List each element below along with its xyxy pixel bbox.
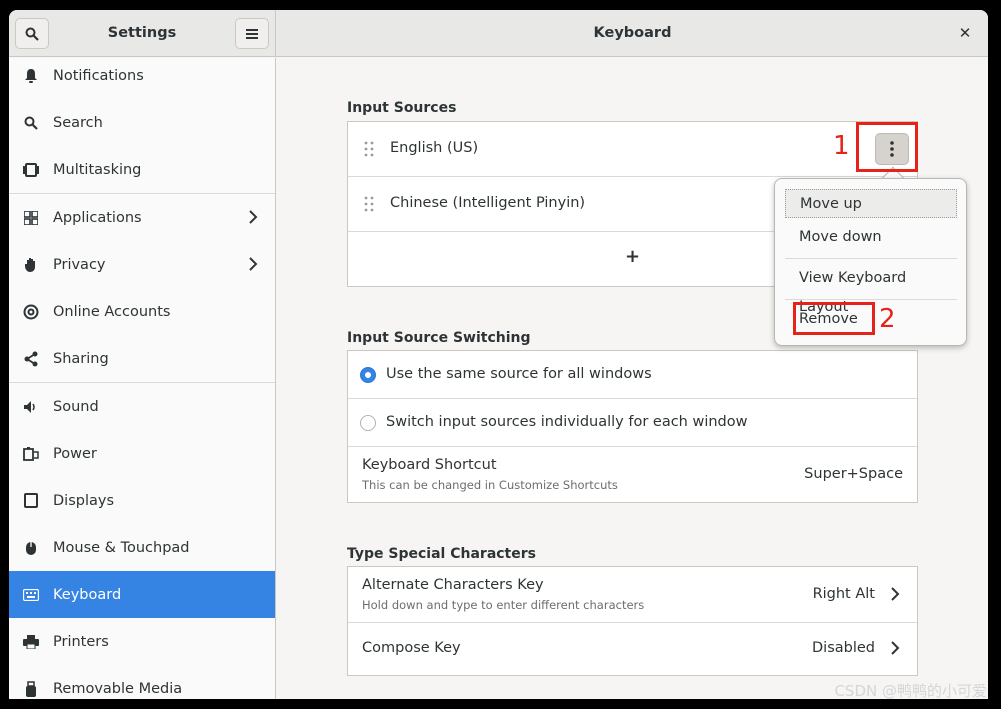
sidebar-item-printers[interactable]: Printers <box>9 618 275 665</box>
input-source-label: English (US) <box>390 140 479 156</box>
sidebar-item-label: Online Accounts <box>53 303 171 320</box>
settings-title: Settings <box>107 25 177 41</box>
menu-separator <box>785 299 957 300</box>
display-icon <box>23 492 39 509</box>
radio-same-source[interactable] <box>360 367 376 383</box>
sidebar-item-label: Notifications <box>53 67 144 84</box>
sidebar-item-removable-media[interactable]: Removable Media <box>9 665 275 699</box>
special-chars-title: Type Special Characters <box>347 546 536 562</box>
sidebar-item-mouse-touchpad[interactable]: Mouse & Touchpad <box>9 524 275 571</box>
sidebar-item-label: Printers <box>53 633 109 650</box>
input-source-label: Chinese (Intelligent Pinyin) <box>390 195 586 211</box>
annotation-number-step2: 2 <box>879 304 896 334</box>
hamburger-icon <box>246 28 258 39</box>
input-switching-list: Use the same source for all windows Swit… <box>347 350 918 503</box>
radio-row-same-source[interactable]: Use the same source for all windows <box>348 351 917 399</box>
sidebar-item-applications[interactable]: Applications <box>9 194 275 241</box>
annotation-box-step2 <box>793 302 875 335</box>
menu-item-move-down[interactable]: Move down <box>785 223 957 252</box>
sidebar-item-label: Removable Media <box>53 680 183 697</box>
alt-key-sublabel: Hold down and type to enter different ch… <box>362 598 645 612</box>
alt-key-label: Alternate Characters Key <box>362 577 544 593</box>
sidebar-item-label: Displays <box>53 492 115 509</box>
menu-item-move-up[interactable]: Move up <box>785 189 957 218</box>
header-bar: Settings Keyboard ✕ <box>9 10 988 57</box>
special-chars-list: Alternate Characters Key Hold down and t… <box>347 566 918 676</box>
sidebar-item-privacy[interactable]: Privacy <box>9 241 275 288</box>
speaker-icon <box>23 399 39 415</box>
menu-separator <box>785 258 957 259</box>
radio-individual[interactable] <box>360 415 376 431</box>
radio-label: Use the same source for all windows <box>386 366 652 382</box>
compose-key-value: Disabled <box>812 640 875 656</box>
menu-button[interactable] <box>235 18 269 49</box>
page-title: Keyboard <box>593 25 672 41</box>
shortcut-sublabel: This can be changed in Customize Shortcu… <box>362 478 618 492</box>
shortcut-value: Super+Space <box>804 466 903 482</box>
at-icon <box>23 304 39 320</box>
sidebar-item-label: Mouse & Touchpad <box>53 539 190 556</box>
settings-window: Settings Keyboard ✕ Notifications Search… <box>9 10 988 699</box>
sidebar-item-label: Applications <box>53 209 142 226</box>
chevron-right-icon <box>245 256 261 272</box>
search-button[interactable] <box>15 18 49 49</box>
sidebar: Notifications Search Multitasking Applic… <box>9 58 276 699</box>
annotation-box-step1 <box>856 122 918 172</box>
sidebar-header: Settings <box>9 10 276 57</box>
sidebar-item-sound[interactable]: Sound <box>9 383 275 430</box>
search-icon <box>23 115 39 131</box>
sidebar-item-label: Privacy <box>53 256 106 273</box>
menu-item-view-keyboard-layout[interactable]: View Keyboard Layout <box>785 264 957 315</box>
compose-key-label: Compose Key <box>362 640 461 656</box>
drag-handle-icon[interactable] <box>364 196 374 212</box>
grid-icon <box>23 210 39 226</box>
close-icon: ✕ <box>958 24 972 42</box>
usb-icon <box>23 680 39 697</box>
input-switching-title: Input Source Switching <box>347 330 531 346</box>
sidebar-item-power[interactable]: Power <box>9 430 275 477</box>
sidebar-item-keyboard[interactable]: Keyboard <box>9 571 275 618</box>
shortcut-label: Keyboard Shortcut <box>362 457 497 473</box>
sidebar-item-label: Search <box>53 114 103 131</box>
radio-label: Switch input sources individually for ea… <box>386 414 748 430</box>
hand-icon <box>23 257 39 273</box>
input-source-row[interactable]: English (US) <box>348 122 917 177</box>
alt-key-value: Right Alt <box>812 586 875 602</box>
mouse-icon <box>23 540 39 556</box>
bell-icon <box>23 68 39 84</box>
compose-key-row[interactable]: Compose Key Disabled <box>348 623 917 675</box>
input-sources-title: Input Sources <box>347 100 457 116</box>
keyboard-icon <box>23 587 39 603</box>
chevron-right-icon <box>887 586 903 606</box>
sidebar-item-label: Multitasking <box>53 161 142 178</box>
search-icon <box>25 27 39 41</box>
sidebar-item-notifications[interactable]: Notifications <box>9 58 275 99</box>
sidebar-item-label: Power <box>53 445 97 462</box>
radio-row-individual[interactable]: Switch input sources individually for ea… <box>348 399 917 447</box>
printer-icon <box>23 634 39 650</box>
sidebar-item-label: Keyboard <box>53 586 122 603</box>
sidebar-item-label: Sharing <box>53 350 109 367</box>
sidebar-item-sharing[interactable]: Sharing <box>9 335 275 382</box>
sidebar-item-label: Sound <box>53 398 99 415</box>
watermark: CSDN @鸭鸭的小可爱 <box>834 682 987 700</box>
drag-handle-icon[interactable] <box>364 141 374 157</box>
sidebar-item-multitasking[interactable]: Multitasking <box>9 146 275 193</box>
chevron-right-icon <box>245 209 261 225</box>
sidebar-item-online-accounts[interactable]: Online Accounts <box>9 288 275 335</box>
sidebar-item-displays[interactable]: Displays <box>9 477 275 524</box>
chevron-right-icon <box>887 640 903 660</box>
alternate-characters-row[interactable]: Alternate Characters Key Hold down and t… <box>348 567 917 623</box>
annotation-number-step1: 1 <box>833 131 850 161</box>
power-icon <box>23 446 39 462</box>
close-button[interactable]: ✕ <box>956 24 974 42</box>
keyboard-shortcut-row[interactable]: Keyboard Shortcut This can be changed in… <box>348 447 917 502</box>
add-icon: + <box>625 246 641 267</box>
share-icon <box>23 351 39 367</box>
multitasking-icon <box>23 162 39 178</box>
sidebar-item-search[interactable]: Search <box>9 99 275 146</box>
